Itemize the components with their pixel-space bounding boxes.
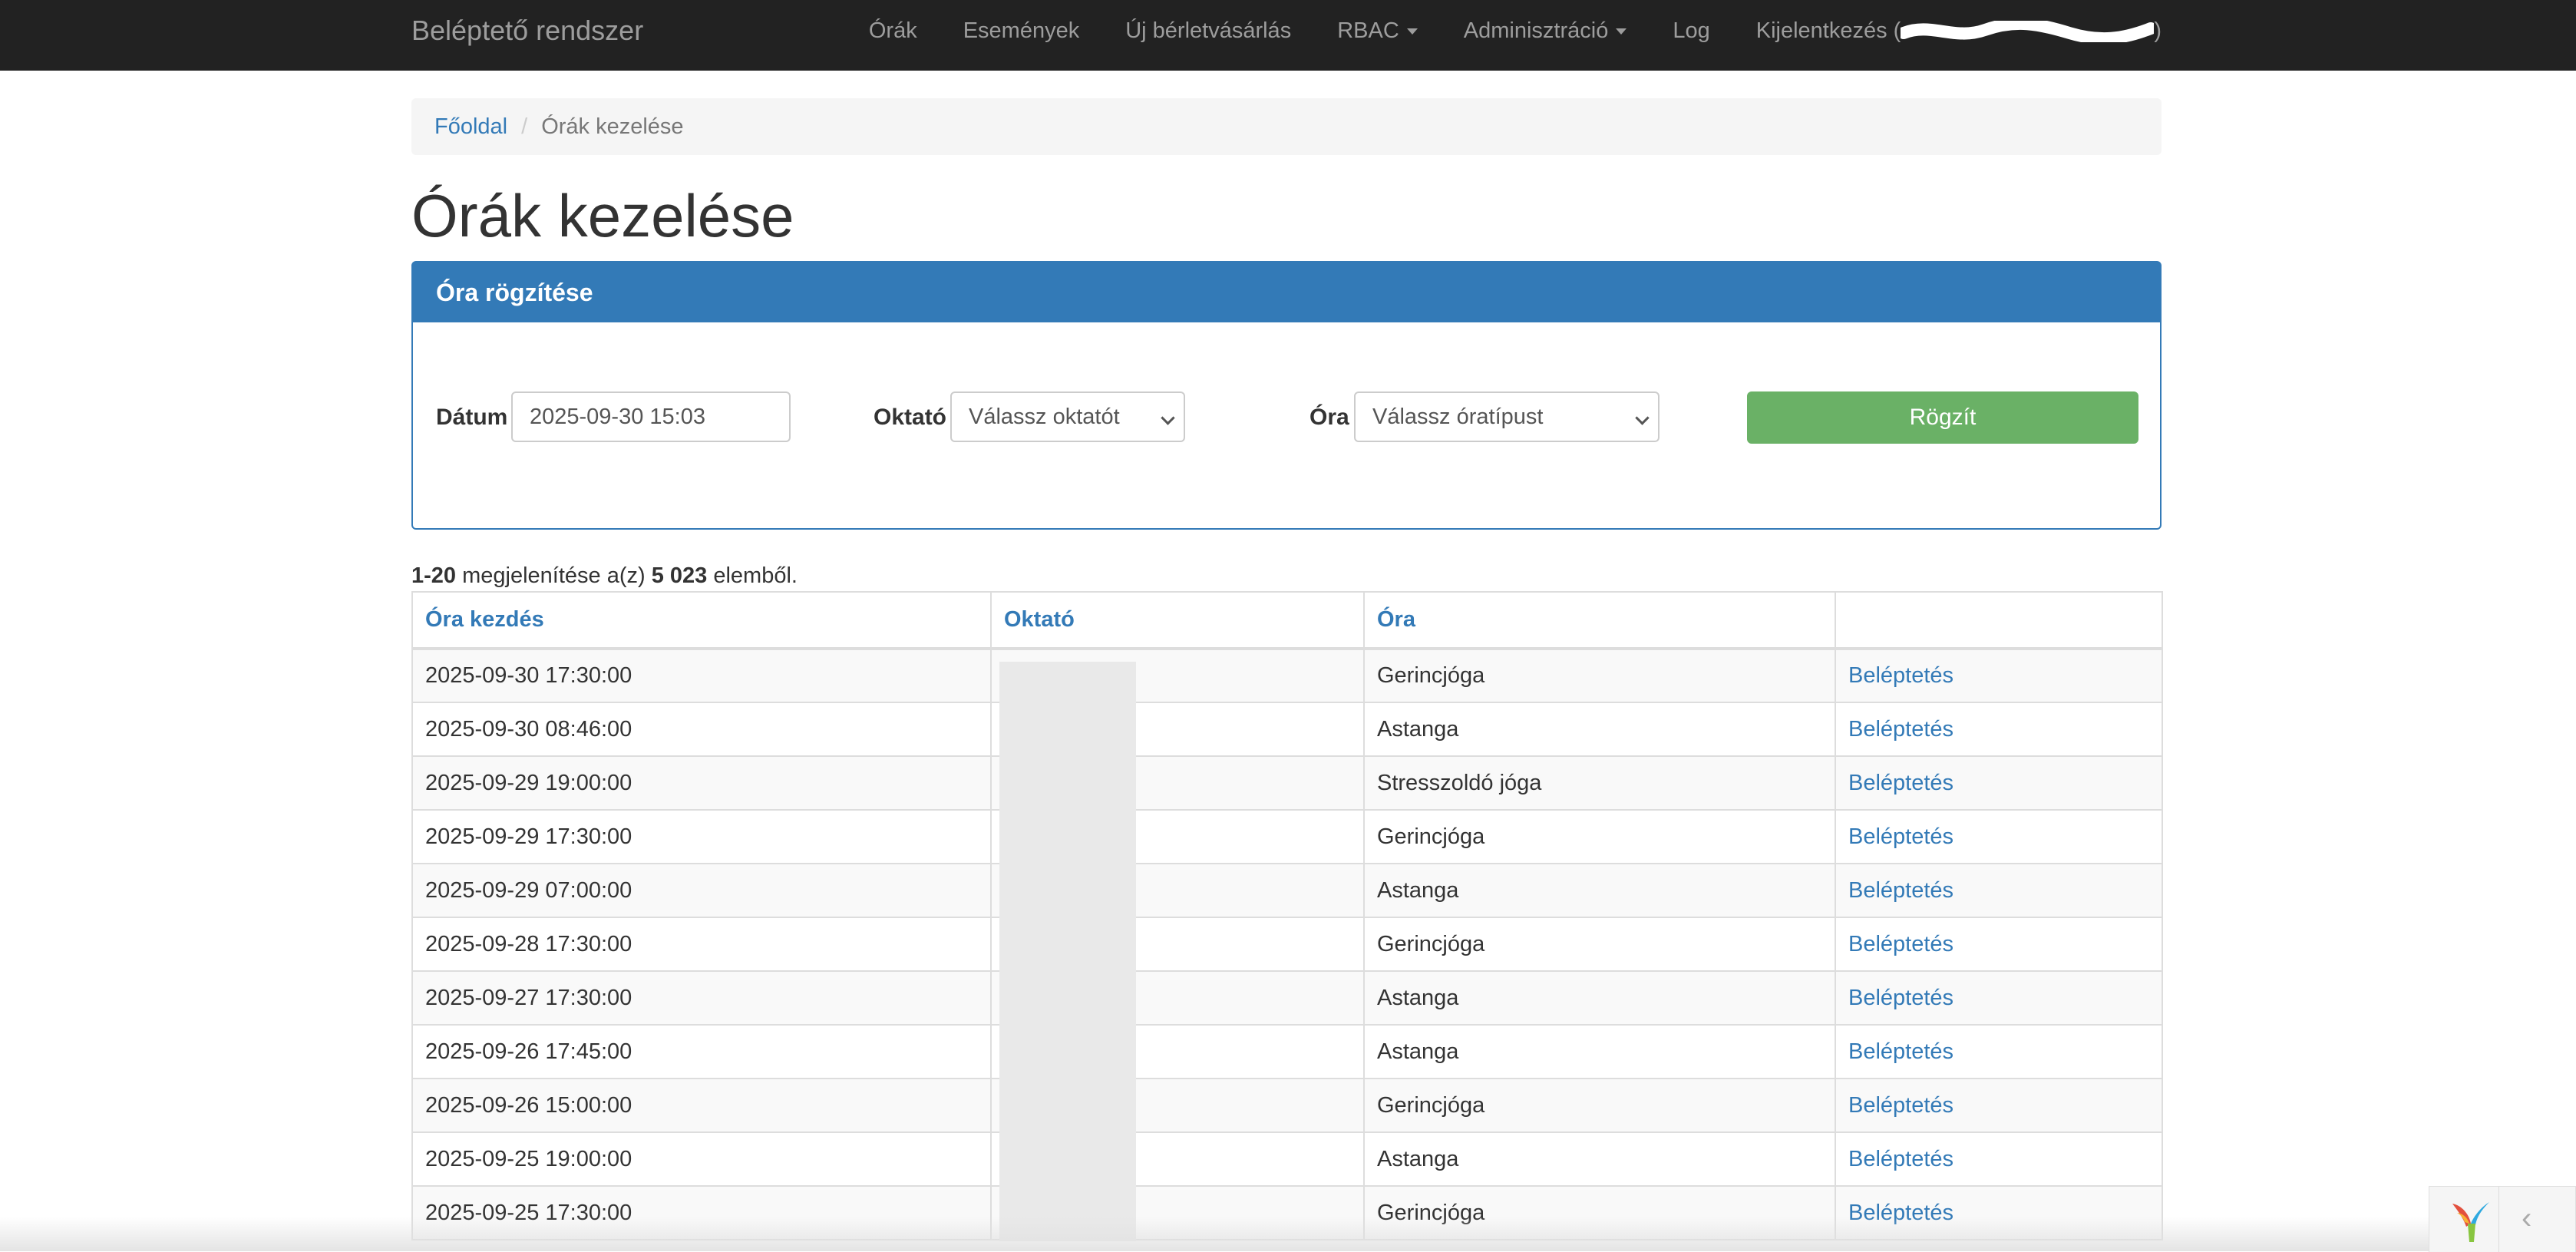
submit-button[interactable]: Rögzít: [1747, 391, 2138, 444]
nav-item-adminisztracio[interactable]: Adminisztráció: [1464, 15, 1627, 46]
cell-action: Beléptetés: [1835, 917, 2163, 972]
checkin-link[interactable]: Beléptetés: [1848, 663, 1953, 688]
checkin-link[interactable]: Beléptetés: [1848, 771, 1953, 795]
cell-class: Gerincjóga: [1363, 809, 1836, 864]
class-type-select[interactable]: Válassz óratípust: [1354, 391, 1660, 442]
cell-class: Astanga: [1363, 863, 1836, 918]
nav-item-esemenyek[interactable]: Események: [963, 15, 1080, 46]
cell-action: Beléptetés: [1835, 702, 2163, 757]
breadcrumb-current: Órák kezelése: [541, 114, 684, 139]
debug-toolbar[interactable]: ‹: [2429, 1186, 2576, 1252]
cell-class: Astanga: [1363, 1024, 1836, 1079]
table-row: 2025-09-29 17:30:00 Gerincjóga Belépteté…: [411, 809, 2163, 864]
classes-table: Óra kezdés Oktató Óra 2025-09-30 17:30:0…: [411, 591, 2163, 1240]
cell-start: 2025-09-25 19:00:00: [411, 1131, 992, 1187]
cell-class: Stresszoldó jóga: [1363, 755, 1836, 811]
nav-item-rbac-label: RBAC: [1337, 18, 1399, 43]
yii-logo-icon[interactable]: [2446, 1196, 2495, 1245]
cell-start: 2025-09-28 17:30:00: [411, 917, 992, 972]
date-label: Dátum: [436, 405, 508, 430]
nav-item-adminisztracio-label: Adminisztráció: [1463, 18, 1609, 43]
checkin-link[interactable]: Beléptetés: [1848, 1039, 1953, 1064]
create-class-panel: Óra rögzítése Dátum 2025-09-30 15:03 Okt…: [411, 261, 2162, 530]
cell-class: Astanga: [1363, 702, 1836, 757]
checkin-link[interactable]: Beléptetés: [1848, 932, 1953, 956]
logout-label: Kijelentkezés (: [1755, 18, 1901, 43]
table-row: 2025-09-25 19:00:00 Astanga Beléptetés: [411, 1131, 2163, 1187]
checkin-link[interactable]: Beléptetés: [1848, 878, 1953, 903]
cell-start: 2025-09-30 08:46:00: [411, 702, 992, 757]
nav-links: Órák Események Új bérletvásárlás RBAC Ad…: [869, 15, 2162, 46]
cell-start: 2025-09-29 07:00:00: [411, 863, 992, 918]
caret-down-icon: [1406, 28, 1418, 35]
nav-item-logout[interactable]: Kijelentkezés (): [1756, 15, 2162, 46]
table-row: 2025-09-30 08:46:00 Astanga Beléptetés: [411, 702, 2163, 757]
breadcrumb-separator: /: [521, 114, 528, 139]
table-row: 2025-09-30 17:30:00 Gerincjóga Belépteté…: [411, 648, 2163, 703]
redacted-username-scribble: [1901, 21, 2155, 43]
cell-action: Beléptetés: [1835, 863, 2163, 918]
summary-range: 1-20: [411, 563, 457, 588]
summary-suffix: elemből.: [707, 563, 798, 588]
cell-class: Astanga: [1363, 970, 1836, 1026]
nav-item-uj-berletvasarlas[interactable]: Új bérletvásárlás: [1125, 15, 1291, 46]
date-input[interactable]: 2025-09-30 15:03: [511, 391, 791, 442]
summary-total: 5 023: [651, 563, 708, 588]
cell-start: 2025-09-29 17:30:00: [411, 809, 992, 864]
class-type-label: Óra: [1309, 405, 1349, 430]
column-header-start[interactable]: Óra kezdés: [411, 591, 992, 650]
redacted-instructor-block: [999, 662, 1136, 1241]
cell-start: 2025-09-27 17:30:00: [411, 970, 992, 1026]
instructor-select[interactable]: Válassz oktatót: [950, 391, 1185, 442]
top-navbar: Beléptető rendszer Órák Események Új bér…: [0, 0, 2576, 71]
cell-start: 2025-09-29 19:00:00: [411, 755, 992, 811]
table-row: 2025-09-29 07:00:00 Astanga Beléptetés: [411, 863, 2163, 918]
checkin-link[interactable]: Beléptetés: [1848, 986, 1953, 1010]
cell-action: Beléptetés: [1835, 1078, 2163, 1133]
page-title: Órák kezelése: [411, 182, 794, 249]
panel-heading: Óra rögzítése: [413, 263, 2160, 322]
cell-action: Beléptetés: [1835, 755, 2163, 811]
cell-action: Beléptetés: [1835, 970, 2163, 1026]
cell-start: 2025-09-26 17:45:00: [411, 1024, 992, 1079]
cell-action: Beléptetés: [1835, 809, 2163, 864]
cell-class: Gerincjóga: [1363, 917, 1836, 972]
nav-item-rbac[interactable]: RBAC: [1337, 15, 1418, 46]
nav-item-log[interactable]: Log: [1673, 15, 1709, 46]
cell-class: Gerincjóga: [1363, 1078, 1836, 1133]
checkin-link[interactable]: Beléptetés: [1848, 1147, 1953, 1171]
caret-down-icon: [1616, 28, 1627, 35]
table-row: 2025-09-28 17:30:00 Gerincjóga Belépteté…: [411, 917, 2163, 972]
brand-link[interactable]: Beléptető rendszer: [411, 15, 643, 46]
summary-middle: megjelenítése a(z): [456, 563, 652, 588]
nav-item-orak[interactable]: Órák: [869, 15, 917, 46]
instructor-label: Oktató: [874, 405, 947, 430]
checkin-link[interactable]: Beléptetés: [1848, 824, 1953, 849]
checkin-link[interactable]: Beléptetés: [1848, 1093, 1953, 1118]
checkin-link[interactable]: Beléptetés: [1848, 717, 1953, 742]
cell-action: Beléptetés: [1835, 1131, 2163, 1187]
breadcrumb: Főoldal / Órák kezelése: [411, 98, 2162, 155]
chevron-left-icon[interactable]: ‹: [2522, 1199, 2531, 1237]
table-header-row: Óra kezdés Oktató Óra: [411, 591, 2163, 650]
cell-class: Gerincjóga: [1363, 648, 1836, 703]
table-row: 2025-09-26 15:00:00 Gerincjóga Belépteté…: [411, 1078, 2163, 1133]
table-row: 2025-09-26 17:45:00 Astanga Beléptetés: [411, 1024, 2163, 1079]
toolbar-divider: [2498, 1187, 2499, 1252]
cell-start: 2025-09-26 15:00:00: [411, 1078, 992, 1133]
scroll-fade: [0, 1217, 2576, 1251]
column-header-class[interactable]: Óra: [1363, 591, 1836, 650]
table-row: 2025-09-29 19:00:00 Stresszoldó jóga Bel…: [411, 755, 2163, 811]
cell-action: Beléptetés: [1835, 648, 2163, 703]
cell-action: Beléptetés: [1835, 1024, 2163, 1079]
breadcrumb-home-link[interactable]: Főoldal: [434, 114, 507, 139]
results-summary: 1-20 megjelenítése a(z) 5 023 elemből.: [411, 562, 2162, 590]
cell-class: Astanga: [1363, 1131, 1836, 1187]
logout-suffix: ): [2154, 18, 2162, 43]
cell-start: 2025-09-30 17:30:00: [411, 648, 992, 703]
column-header-actions: [1835, 591, 2163, 650]
table-row: 2025-09-27 17:30:00 Astanga Beléptetés: [411, 970, 2163, 1026]
